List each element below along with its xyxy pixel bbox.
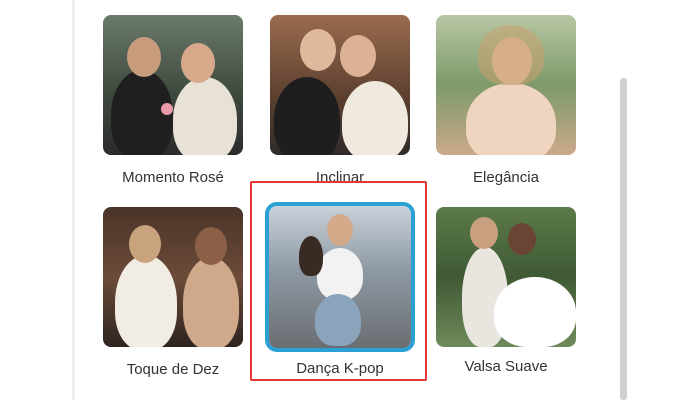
- style-label: Valsa Suave: [464, 358, 548, 375]
- woman-portrait-photo: [436, 15, 576, 155]
- wedding-couple-photo: [436, 207, 576, 347]
- style-label: Momento Rosé: [122, 169, 224, 186]
- left-divider: [72, 0, 75, 400]
- style-card-momento-rose[interactable]: Momento Rosé: [103, 15, 243, 186]
- two-women-photo: [270, 15, 410, 155]
- style-card-elegancia[interactable]: Elegância: [436, 15, 576, 186]
- style-label: Toque de Dez: [126, 361, 220, 378]
- style-label: Elegância: [473, 169, 539, 186]
- two-women-cafe-photo: [103, 207, 243, 347]
- vertical-scrollbar[interactable]: [620, 78, 627, 400]
- style-card-valsa-suave[interactable]: Valsa Suave: [436, 207, 576, 375]
- highlight-frame: [250, 181, 427, 381]
- style-card-inclinar[interactable]: Inclinar: [270, 15, 410, 186]
- couple-rose-photo: [103, 15, 243, 155]
- style-card-toque-de-dez[interactable]: Toque de Dez: [103, 207, 243, 378]
